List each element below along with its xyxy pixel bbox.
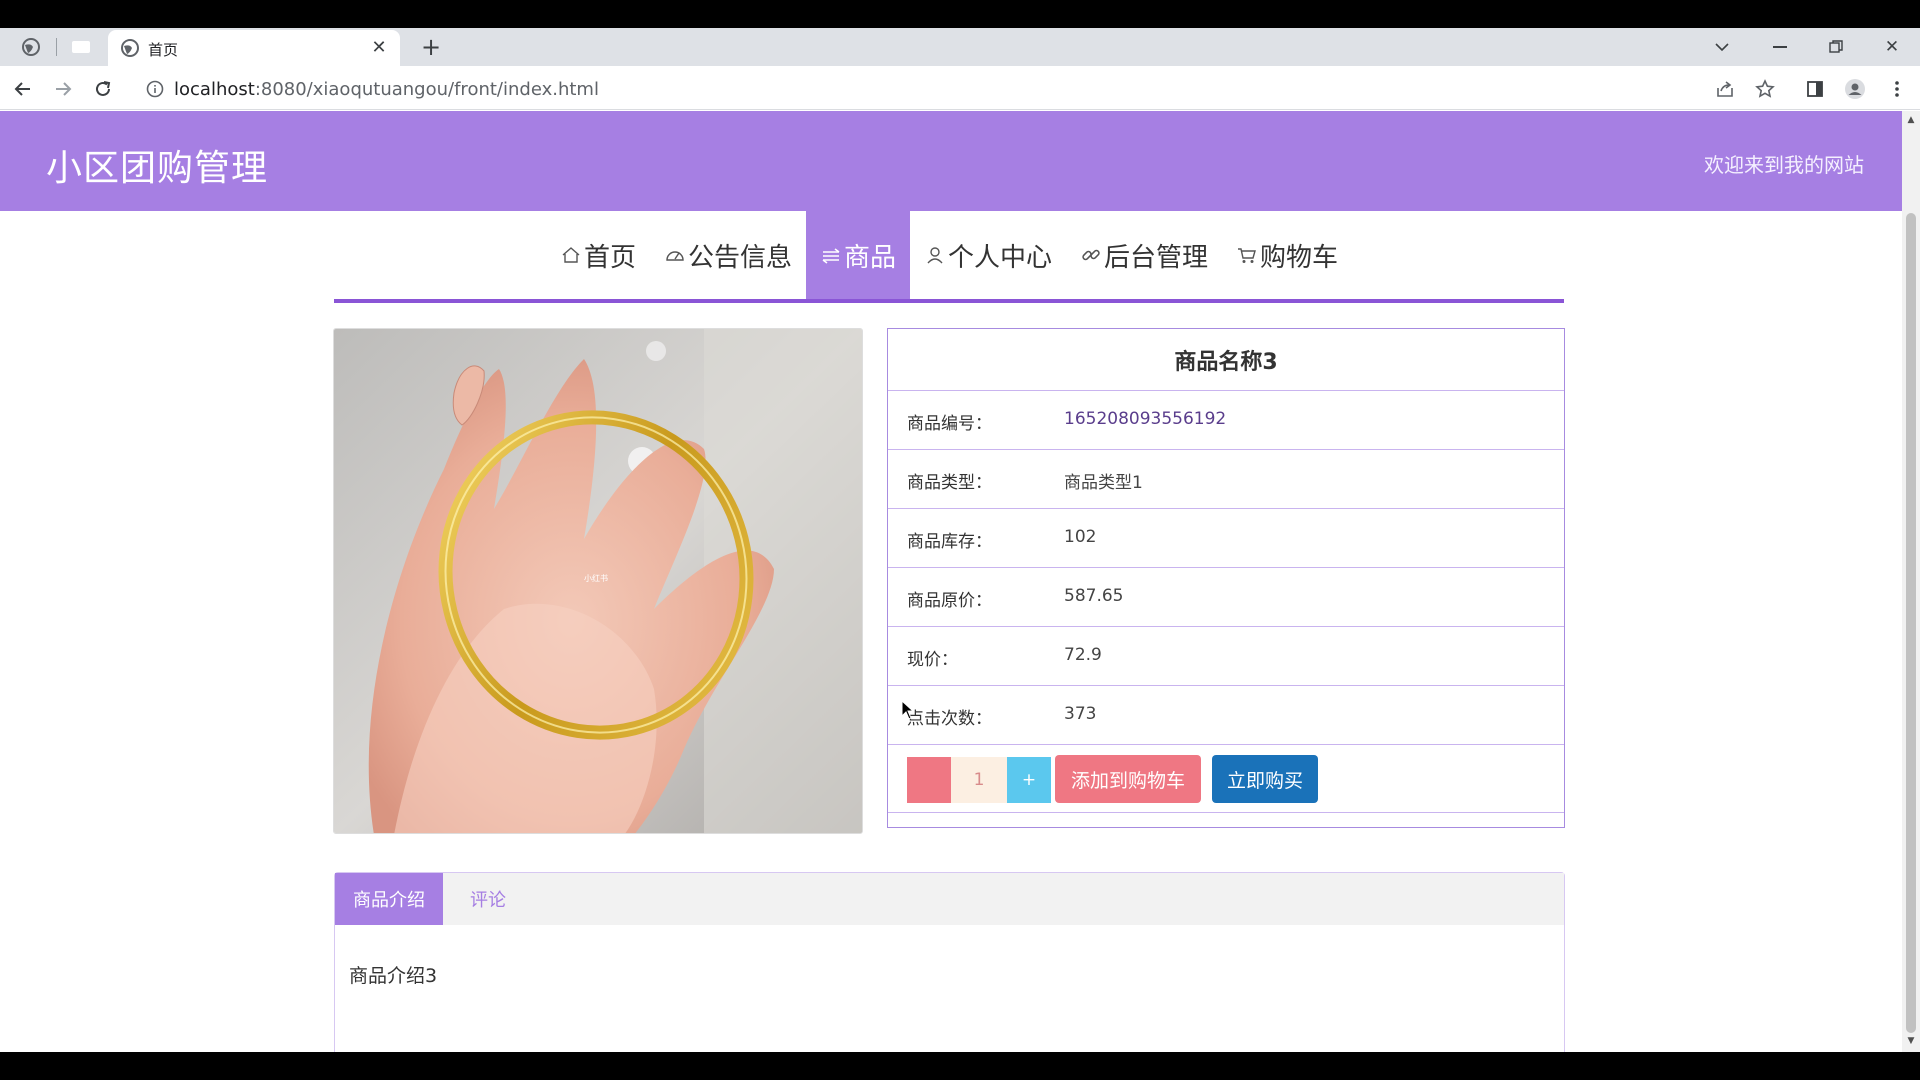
side-panel-icon[interactable] xyxy=(1802,76,1828,102)
buy-now-button[interactable]: 立即购买 xyxy=(1212,755,1318,803)
globe-icon[interactable] xyxy=(18,34,44,60)
globe-icon xyxy=(121,39,139,57)
info-icon[interactable] xyxy=(146,80,164,98)
tab-group-icon[interactable] xyxy=(68,34,94,60)
field-row-type: 商品类型： 商品类型1 xyxy=(888,450,1564,509)
add-to-cart-button[interactable]: 添加到购物车 xyxy=(1055,755,1201,803)
nav-item-home[interactable]: 首页 xyxy=(546,211,650,299)
tab-strip: 首页 ✕ + ✕ xyxy=(0,28,1920,66)
restore-icon[interactable] xyxy=(1808,30,1864,64)
quantity-increment-button[interactable]: + xyxy=(1007,757,1051,803)
forward-icon[interactable] xyxy=(48,74,78,104)
profile-avatar-icon[interactable] xyxy=(1842,76,1868,102)
field-value: 商品类型1 xyxy=(1064,473,1143,493)
minimize-icon[interactable] xyxy=(1752,30,1808,64)
link-icon xyxy=(1080,244,1102,266)
page-viewport: 小区团购管理 欢迎来到我的网站 首页 公告信息 商品 个人中心 后台管理 购物车… xyxy=(0,111,1902,1052)
main-nav: 首页 公告信息 商品 个人中心 后台管理 购物车 xyxy=(334,211,1564,303)
field-row-original-price: 商品原价： 587.65 xyxy=(888,568,1564,627)
field-label: 现价： xyxy=(907,650,958,670)
scrollbar-thumb[interactable] xyxy=(1906,213,1916,1033)
nav-label: 个人中心 xyxy=(948,242,1053,273)
mouse-cursor-icon xyxy=(901,700,915,720)
cart-icon xyxy=(1236,244,1258,266)
share-icon[interactable] xyxy=(1712,76,1738,102)
browser-toolbar: localhost:8080/xiaoqutuangou/front/index… xyxy=(0,66,1920,110)
nav-item-products[interactable]: 商品 xyxy=(805,211,910,299)
gauge-icon xyxy=(664,244,686,266)
image-watermark: 小红书 xyxy=(584,574,608,583)
home-icon xyxy=(560,244,582,266)
tab-description[interactable]: 商品介绍 xyxy=(335,873,443,925)
page-scrollbar[interactable]: ▲ ▼ xyxy=(1902,111,1920,1052)
product-info-panel: 商品名称3 商品编号： 165208093556192 商品类型： 商品类型1 … xyxy=(887,328,1565,828)
nav-label: 商品 xyxy=(843,242,896,273)
field-label: 商品原价： xyxy=(907,591,992,611)
address-bar[interactable]: localhost:8080/xiaoqutuangou/front/index… xyxy=(138,72,1738,106)
url-path: :8080/xiaoqutuangou/front/index.html xyxy=(254,79,599,100)
tab-separator xyxy=(56,38,57,56)
site-title: 小区团购管理 xyxy=(46,148,269,189)
field-label: 商品编号： xyxy=(907,414,992,434)
field-label: 商品库存： xyxy=(907,532,992,552)
window-close-icon[interactable]: ✕ xyxy=(1864,30,1920,64)
field-value: 165208093556192 xyxy=(1064,409,1227,429)
quantity-input[interactable]: 1 xyxy=(951,757,1007,803)
bookmark-star-icon[interactable] xyxy=(1752,76,1778,102)
new-tab-button[interactable]: + xyxy=(418,33,444,61)
quantity-decrement-button[interactable] xyxy=(907,757,951,803)
nav-label: 首页 xyxy=(583,242,636,273)
active-tab[interactable]: 首页 ✕ xyxy=(108,30,400,66)
field-value: 72.9 xyxy=(1064,645,1102,665)
nav-item-admin[interactable]: 后台管理 xyxy=(1066,211,1222,299)
url-host: localhost xyxy=(174,79,255,100)
field-row-clicks: 点击次数： 373 xyxy=(888,686,1564,745)
user-icon xyxy=(924,244,946,266)
kebab-menu-icon[interactable] xyxy=(1884,76,1910,102)
field-value: 373 xyxy=(1064,704,1097,724)
url-text: localhost:8080/xiaoqutuangou/front/index… xyxy=(174,79,599,100)
scroll-down-icon[interactable]: ▼ xyxy=(1906,1036,1916,1046)
details-tabs: 商品介绍 评论 商品介绍3 xyxy=(334,872,1565,1052)
field-label: 点击次数： xyxy=(907,709,992,729)
nav-label: 后台管理 xyxy=(1104,242,1209,273)
welcome-text: 欢迎来到我的网站 xyxy=(1704,153,1864,177)
details-tab-bar: 商品介绍 评论 xyxy=(335,873,1564,925)
browser-window: 首页 ✕ + ✕ localhost:8080/xiaoqutuangou/fr… xyxy=(0,28,1920,1052)
field-row-stock: 商品库存： 102 xyxy=(888,509,1564,568)
product-image[interactable]: 小红书 xyxy=(333,328,863,834)
field-row-current-price: 现价： 72.9 xyxy=(888,627,1564,686)
menu-lines-icon xyxy=(820,244,842,266)
nav-item-cart[interactable]: 购物车 xyxy=(1222,211,1352,299)
product-name: 商品名称3 xyxy=(888,329,1564,391)
field-label: 商品类型： xyxy=(907,473,992,493)
screen: 首页 ✕ + ✕ localhost:8080/xiaoqutuangou/fr… xyxy=(0,0,1920,1080)
reload-icon[interactable] xyxy=(88,74,118,104)
field-value: 587.65 xyxy=(1064,586,1124,606)
nav-item-notices[interactable]: 公告信息 xyxy=(650,211,806,299)
site-header: 小区团购管理 欢迎来到我的网站 xyxy=(0,111,1902,211)
field-row-id: 商品编号： 165208093556192 xyxy=(888,391,1564,450)
back-icon[interactable] xyxy=(8,74,38,104)
tab-comments[interactable]: 评论 xyxy=(443,873,533,925)
purchase-actions: 1 + 添加到购物车 立即购买 xyxy=(888,745,1564,813)
scroll-up-icon[interactable]: ▲ xyxy=(1906,115,1916,125)
nav-label: 购物车 xyxy=(1260,242,1339,273)
tab-search-icon[interactable] xyxy=(1694,30,1750,64)
details-content: 商品介绍3 xyxy=(349,965,438,987)
nav-item-profile[interactable]: 个人中心 xyxy=(910,211,1066,299)
tab-title: 首页 xyxy=(148,41,179,59)
nav-label: 公告信息 xyxy=(687,242,792,273)
close-icon[interactable]: ✕ xyxy=(368,36,390,58)
field-value: 102 xyxy=(1064,527,1097,547)
